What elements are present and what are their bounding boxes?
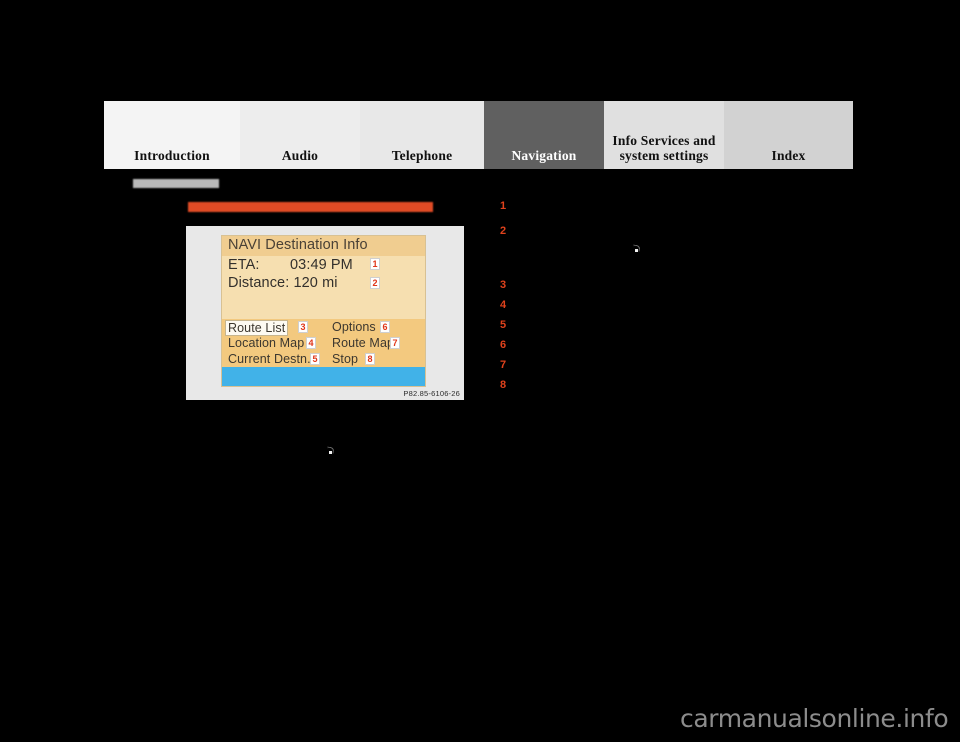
legend-item-number: 8 (500, 379, 507, 391)
legend-item-number: 3 (500, 279, 507, 291)
tab-label: Index (771, 148, 806, 163)
callout-badge-3: 3 (298, 321, 309, 333)
legend-item-number: 2 (500, 225, 507, 237)
tab-label: Info Services and system settings (612, 133, 716, 163)
tab-label: Telephone (391, 148, 453, 163)
legend-item-number: 7 (500, 359, 507, 371)
legend-item: 8 (500, 379, 514, 391)
callout-badge-1: 1 (370, 258, 381, 270)
figure-caption: P82.85-6106-26 (403, 389, 460, 398)
navi-screen: NAVI Destination Info ETA: 03:49 PM Dista… (221, 235, 426, 387)
tab-telephone[interactable]: Telephone (360, 101, 484, 169)
navi-eta-row: ETA: 03:49 PM (228, 257, 353, 273)
callout-badge-2: 2 (370, 277, 381, 289)
legend-item-number: 5 (500, 319, 507, 331)
running-head: Navigation (133, 179, 253, 190)
navi-menu-route-list[interactable]: Route List (225, 320, 289, 336)
navi-status-bar (222, 367, 425, 386)
site-watermark: carmanualsonline.info (680, 704, 949, 733)
section-heading: Requesting destination and route informa… (188, 202, 488, 215)
legend-item: 3 (500, 279, 514, 291)
tab-introduction[interactable]: Introduction (104, 101, 240, 169)
navi-screen-title: NAVI Destination Info (228, 237, 368, 253)
navi-menu-location-map[interactable]: Location Map (228, 336, 304, 350)
tab-index[interactable]: Index (724, 101, 853, 169)
legend-item: 2 (500, 225, 514, 237)
running-head-text: Navigation (133, 179, 219, 188)
legend-item: 7 (500, 359, 514, 371)
tab-audio[interactable]: Audio (240, 101, 360, 169)
tab-label: Audio (281, 148, 319, 163)
legend-item-number: 4 (500, 299, 507, 311)
navi-menu-options[interactable]: Options (332, 320, 376, 334)
navi-menu-route-map[interactable]: Route Map (332, 336, 394, 350)
tab-label: Navigation (511, 148, 577, 163)
tab-info-services-and-system-settings[interactable]: Info Services and system settings (604, 101, 724, 169)
scan-artifact-icon (326, 447, 335, 456)
callout-badge-8: 8 (365, 353, 376, 365)
tab-label: Introduction (134, 148, 210, 163)
callout-badge-7: 7 (390, 337, 401, 349)
navi-distance-row: Distance: 120 mi (228, 275, 338, 291)
navi-menu-current-destn[interactable]: Current Destn. (228, 352, 311, 366)
scan-artifact-icon (632, 245, 641, 254)
navi-eta-value: 03:49 PM (290, 257, 353, 273)
legend-item: 5 (500, 319, 514, 331)
tab-navigation[interactable]: Navigation (484, 101, 604, 169)
callout-badge-5: 5 (310, 353, 321, 365)
callout-badge-6: 6 (380, 321, 391, 333)
legend-item-number: 1 (500, 200, 507, 212)
legend-item: 6 (500, 339, 514, 351)
chapter-tab-bar: Introduction Audio Telephone Navigation Info… (104, 101, 853, 169)
navi-eta-label: ETA: (228, 257, 260, 273)
legend-item: 4 (500, 299, 514, 311)
callout-badge-4: 4 (306, 337, 317, 349)
section-heading-text: Requesting destination and route informa… (188, 202, 433, 212)
navi-menu-stop[interactable]: Stop (332, 352, 358, 366)
figure-navi-destination-info: NAVI Destination Info ETA: 03:49 PM Dista… (186, 226, 464, 400)
legend-item-number: 6 (500, 339, 507, 351)
legend-item: 1 (500, 200, 514, 212)
